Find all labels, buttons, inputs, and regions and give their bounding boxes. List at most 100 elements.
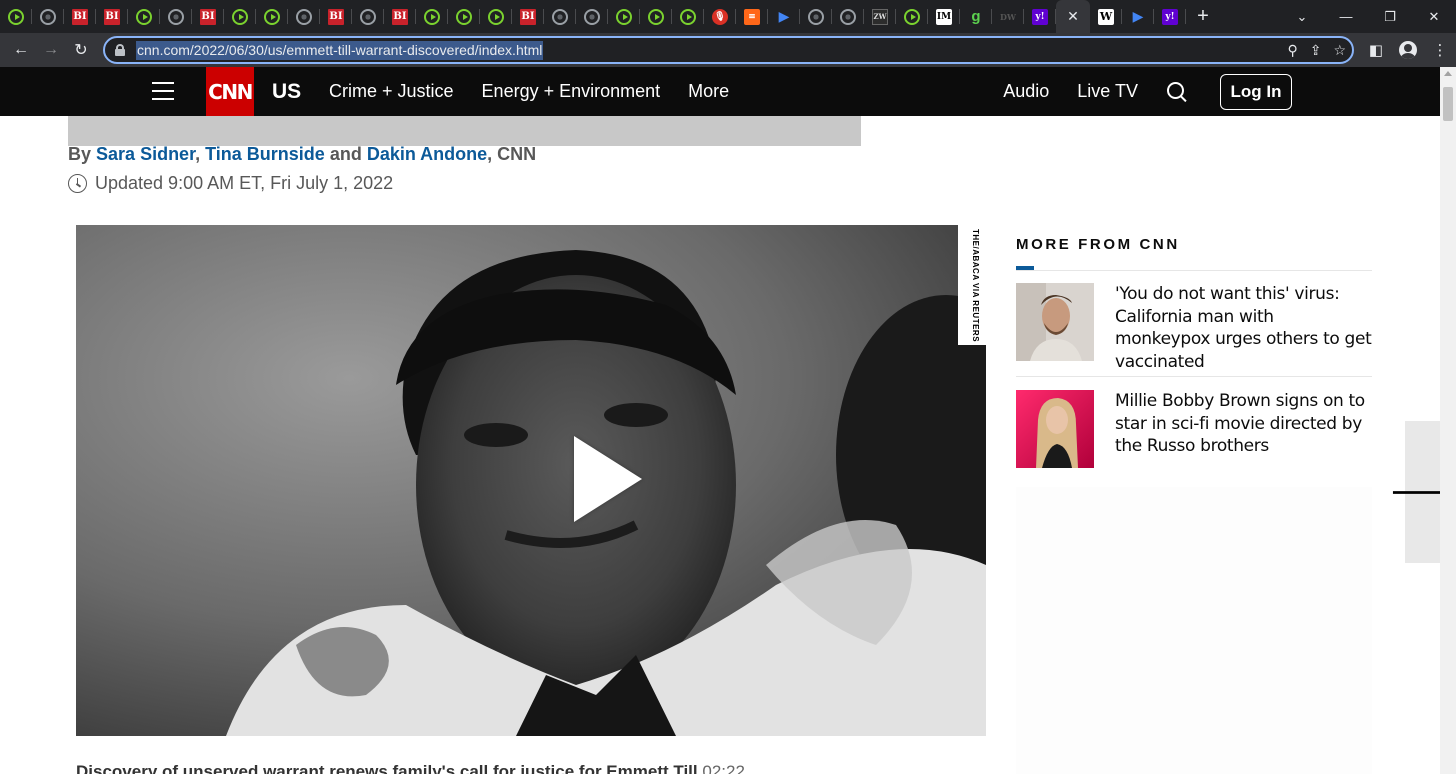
- search-icon[interactable]: [1166, 81, 1188, 103]
- browser-tab[interactable]: BI: [384, 0, 416, 33]
- browser-tab[interactable]: y!: [1154, 0, 1186, 33]
- reload-icon[interactable]: ↻: [66, 35, 96, 65]
- nav-audio[interactable]: Audio: [1003, 81, 1049, 102]
- forward-icon[interactable]: →: [36, 35, 66, 65]
- browser-tab[interactable]: [800, 0, 832, 33]
- play-icon: [264, 8, 280, 25]
- globe-icon: [360, 8, 376, 25]
- story-thumbnail: [1016, 283, 1094, 361]
- browser-tab[interactable]: 🎙: [704, 0, 736, 33]
- browser-tab[interactable]: [32, 0, 64, 33]
- play-icon: [8, 8, 24, 25]
- minimize-icon[interactable]: —: [1324, 0, 1368, 33]
- story-card-monkeypox[interactable]: 'You do not want this' virus: California…: [1016, 283, 1372, 373]
- next-article-arrow-icon[interactable]: 🡒: [1390, 421, 1440, 563]
- browser-tab[interactable]: [224, 0, 256, 33]
- browser-tab[interactable]: BI: [96, 0, 128, 33]
- byline: By Sara Sidner, Tina Burnside and Dakin …: [68, 144, 536, 165]
- play-icon: [648, 8, 664, 25]
- browser-tab[interactable]: y!: [1024, 0, 1056, 33]
- browser-tab[interactable]: [288, 0, 320, 33]
- address-bar[interactable]: cnn.com/2022/06/30/us/emmett-till-warran…: [103, 36, 1354, 64]
- nav-link-crime-justice[interactable]: Crime + Justice: [329, 81, 454, 102]
- globe-icon: [840, 8, 856, 25]
- scroll-thumb[interactable]: [1443, 87, 1453, 121]
- browser-tab[interactable]: [896, 0, 928, 33]
- cnn-logo[interactable]: CNN: [206, 67, 254, 116]
- browser-tab[interactable]: [672, 0, 704, 33]
- play-icon[interactable]: [574, 436, 642, 522]
- profile-avatar[interactable]: [1392, 33, 1424, 67]
- byline-prefix: By: [68, 144, 92, 164]
- share-icon[interactable]: ⇪: [1310, 42, 1322, 59]
- bi-icon: BI: [392, 8, 408, 25]
- browser-tab[interactable]: ≡: [736, 0, 768, 33]
- login-button[interactable]: Log In: [1220, 73, 1292, 110]
- url-text[interactable]: cnn.com/2022/06/30/us/emmett-till-warran…: [136, 40, 544, 60]
- browser-tab[interactable]: g: [960, 0, 992, 33]
- story-headline[interactable]: Millie Bobby Brown signs on to star in s…: [1115, 390, 1372, 468]
- browser-tab[interactable]: [640, 0, 672, 33]
- nav-link-energy-environment[interactable]: Energy + Environment: [482, 81, 661, 102]
- close-tab-icon[interactable]: ✕: [1067, 8, 1079, 25]
- browser-tab[interactable]: BI: [512, 0, 544, 33]
- nav-live-tv[interactable]: Live TV: [1077, 81, 1138, 102]
- browser-tab[interactable]: W: [1090, 0, 1122, 33]
- browser-tab[interactable]: BI: [320, 0, 352, 33]
- browser-tab[interactable]: [352, 0, 384, 33]
- browser-tab[interactable]: [256, 0, 288, 33]
- story-card-millie-bobby-brown[interactable]: Millie Bobby Brown signs on to star in s…: [1016, 390, 1372, 468]
- browser-tab[interactable]: [416, 0, 448, 33]
- browser-tab[interactable]: BI: [64, 0, 96, 33]
- author-link-dakin-andone[interactable]: Dakin Andone: [367, 144, 487, 164]
- kebab-menu-icon[interactable]: ⋮: [1424, 33, 1456, 67]
- new-tab-button[interactable]: +: [1186, 0, 1220, 33]
- browser-tab[interactable]: ▶: [1122, 0, 1154, 33]
- bookmark-star-icon[interactable]: ☆: [1333, 42, 1346, 59]
- browser-tab[interactable]: BI: [192, 0, 224, 33]
- video-player[interactable]: THE/ABACA VIA REUTERS: [76, 225, 986, 736]
- author-link-tina-burnside[interactable]: Tina Burnside: [205, 144, 325, 164]
- profile-icon: [1399, 41, 1417, 59]
- browser-tab[interactable]: [608, 0, 640, 33]
- hamburger-menu-icon[interactable]: [152, 82, 174, 100]
- browser-tab[interactable]: [448, 0, 480, 33]
- author-link-sara-sidner[interactable]: Sara Sidner: [96, 144, 195, 164]
- browser-tab[interactable]: ZW: [864, 0, 896, 33]
- play-icon: [232, 8, 248, 25]
- lock-icon[interactable]: [115, 44, 125, 56]
- page-scrollbar[interactable]: [1440, 67, 1456, 774]
- browser-tab[interactable]: IM: [928, 0, 960, 33]
- byline-separator: ,: [195, 144, 206, 164]
- updated-text: Updated 9:00 AM ET, Fri July 1, 2022: [95, 173, 394, 193]
- browser-tab[interactable]: [832, 0, 864, 33]
- video-caption[interactable]: Discovery of unserved warrant renews fam…: [76, 762, 745, 774]
- play-icon: [136, 8, 152, 25]
- zoom-icon[interactable]: ⚲: [1287, 42, 1297, 59]
- browser-tab[interactable]: [128, 0, 160, 33]
- close-window-icon[interactable]: ✕: [1412, 0, 1456, 33]
- browser-tab[interactable]: DW: [992, 0, 1024, 33]
- yahoo-icon: y!: [1032, 8, 1048, 25]
- play-icon: [616, 8, 632, 25]
- browser-tab[interactable]: ▶: [768, 0, 800, 33]
- bi-icon: BI: [200, 8, 216, 25]
- scroll-up-icon[interactable]: [1444, 71, 1452, 76]
- browser-tab[interactable]: [0, 0, 32, 33]
- back-icon[interactable]: ←: [6, 35, 36, 65]
- section-title[interactable]: US: [272, 67, 301, 116]
- browser-tab[interactable]: [576, 0, 608, 33]
- nav-link-more[interactable]: More: [688, 81, 729, 102]
- w-icon: W: [1098, 8, 1114, 25]
- active-tab[interactable]: ✕: [1056, 0, 1090, 33]
- side-panel-icon[interactable]: ◧: [1360, 33, 1392, 67]
- restore-icon[interactable]: ❐: [1368, 0, 1412, 33]
- browser-tab[interactable]: [480, 0, 512, 33]
- byline-suffix: , CNN: [487, 144, 537, 164]
- browser-tab[interactable]: [544, 0, 576, 33]
- browser-tab[interactable]: [160, 0, 192, 33]
- story-headline[interactable]: 'You do not want this' virus: California…: [1115, 283, 1372, 373]
- tab-search-icon[interactable]: ⌄: [1280, 0, 1324, 33]
- play-icon: [456, 8, 472, 25]
- video-thumbnail: [76, 225, 986, 736]
